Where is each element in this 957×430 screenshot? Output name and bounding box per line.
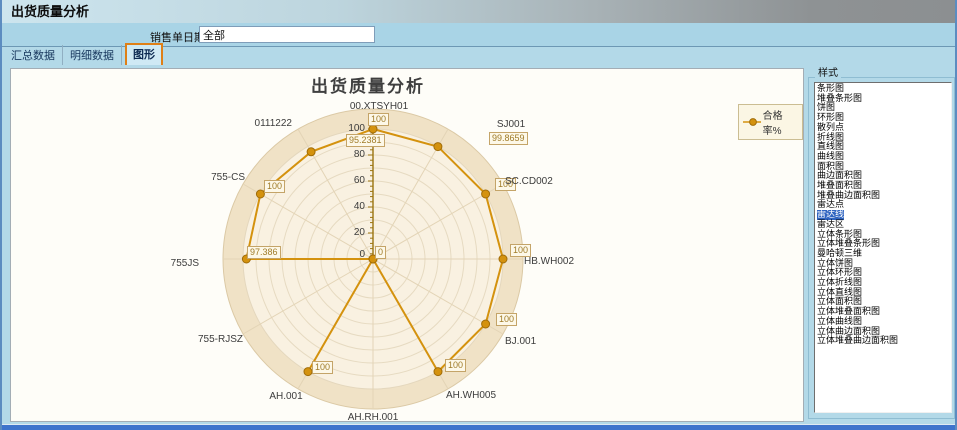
tab-detail-data[interactable]: 明细数据 — [63, 45, 122, 65]
axis-tick-label: 80 — [335, 149, 365, 160]
tab-summary-data[interactable]: 汇总数据 — [4, 45, 63, 65]
data-point[interactable] — [482, 190, 490, 198]
tab-graph[interactable]: 图形 — [125, 43, 163, 65]
category-label: 755-RJSZ — [198, 334, 243, 345]
category-label: BJ.001 — [505, 336, 536, 347]
style-option[interactable]: 立体堆叠曲边面积图 — [815, 336, 951, 346]
value-label: 97.386 — [247, 246, 281, 259]
date-filter-input[interactable] — [199, 26, 375, 43]
app-window: 出货质量分析 销售单日期 汇总数据明细数据图形 出货质量分析 合格率% 1009… — [0, 0, 957, 430]
style-groupbox-title: 样式 — [815, 64, 841, 79]
legend-line-marker-icon — [743, 117, 761, 127]
data-point[interactable] — [304, 368, 312, 376]
category-label: HB.WH002 — [524, 256, 574, 267]
tab-bar: 汇总数据明细数据图形 — [4, 48, 163, 65]
style-option-label: 立体堆叠曲边面积图 — [817, 336, 898, 346]
value-label: 100 — [368, 113, 389, 126]
category-label: SC.CD002 — [505, 176, 553, 187]
category-label: 755JS — [171, 258, 199, 269]
value-label: 100 — [312, 361, 333, 374]
style-listbox[interactable]: 条形图堆叠条形图饼图环形图散列点折线图直线图曲线图面积图曲边面积图堆叠面积图堆叠… — [814, 82, 952, 413]
data-point[interactable] — [434, 368, 442, 376]
category-label: 00.XTSYH01 — [350, 101, 408, 112]
value-label: 0 — [375, 246, 386, 259]
value-label: 100 — [496, 313, 517, 326]
legend: 合格率% — [738, 104, 803, 140]
category-label: 0111222 — [255, 118, 292, 129]
value-label: 95.2381 — [346, 134, 385, 147]
value-label: 99.8659 — [489, 132, 528, 145]
window-bottom-edge — [2, 424, 955, 430]
radar-chart — [11, 69, 803, 421]
window-title: 出货质量分析 — [2, 0, 955, 23]
value-label: 100 — [264, 180, 285, 193]
category-label: AH.001 — [269, 391, 302, 402]
axis-tick-label: 40 — [335, 201, 365, 212]
axis-tick-label: 20 — [335, 227, 365, 238]
category-label: AH.WH005 — [446, 390, 496, 401]
data-point[interactable] — [499, 255, 507, 263]
data-point[interactable] — [307, 148, 315, 156]
axis-tick-label: 0 — [335, 249, 365, 260]
data-point[interactable] — [482, 320, 490, 328]
legend-label: 合格率% — [763, 107, 797, 137]
value-label: 100 — [445, 359, 466, 372]
category-label: AH.RH.001 — [348, 412, 399, 423]
axis-tick-label: 60 — [335, 175, 365, 186]
axis-tick-label: 100 — [335, 123, 365, 134]
chart-title: 出货质量分析 — [11, 72, 725, 97]
style-option[interactable]: 堆叠条形图 — [815, 94, 951, 104]
data-point[interactable] — [434, 143, 442, 151]
category-label: SJ001 — [497, 119, 525, 130]
category-label: 755-CS — [211, 172, 245, 183]
chart-panel: 出货质量分析 合格率% 10099.8659100100100100010009… — [10, 68, 804, 422]
data-point[interactable] — [369, 125, 377, 133]
